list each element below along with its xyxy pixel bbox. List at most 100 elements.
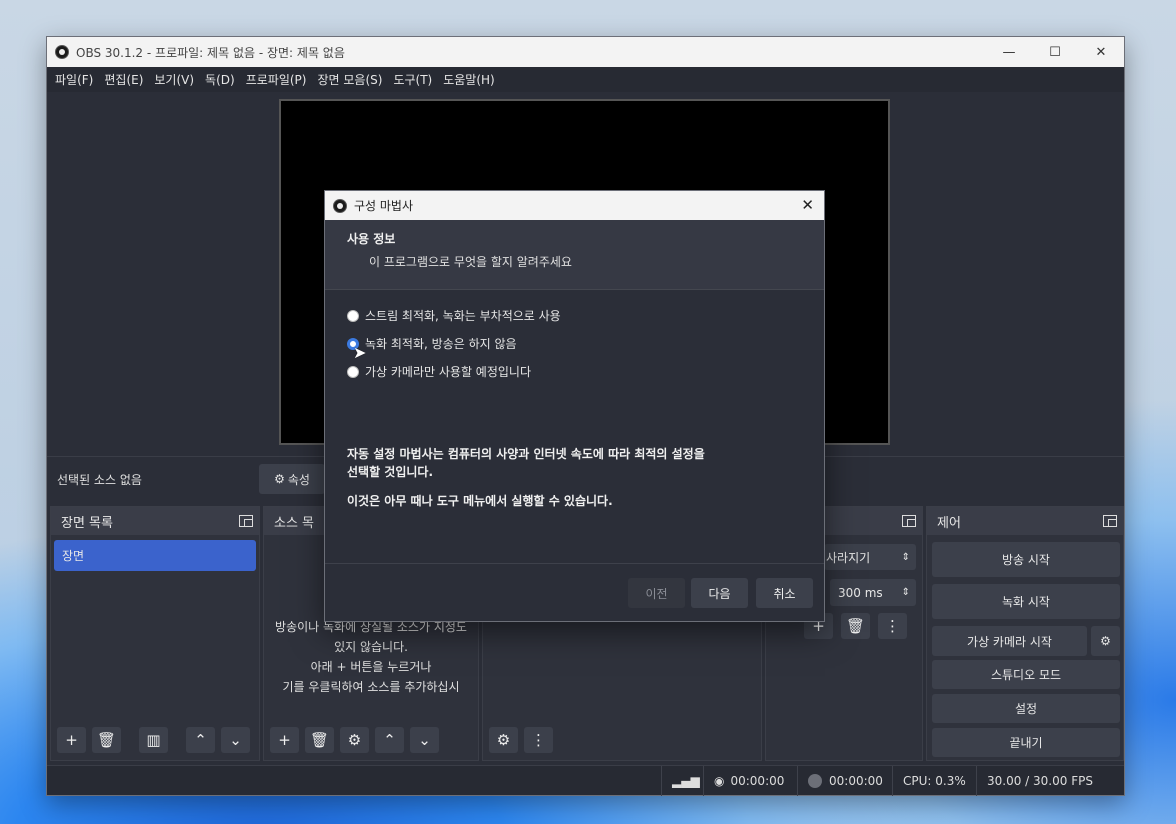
cancel-button[interactable]: 취소 xyxy=(756,578,813,608)
start-streaming-button[interactable]: 방송 시작 xyxy=(932,542,1120,577)
dialog-title: 구성 마법사 xyxy=(354,199,414,213)
maximize-button[interactable]: ☐ xyxy=(1032,37,1078,67)
exit-button[interactable]: 끝내기 xyxy=(932,728,1120,757)
updown-icon: ⇕ xyxy=(901,551,910,563)
add-scene-button[interactable]: + xyxy=(57,727,86,753)
more-vertical-icon: ⋮ xyxy=(885,617,900,635)
scene-item-label: 장면 xyxy=(62,549,85,563)
status-bar: ▂▄▆ ◉ 00:00:00 00:00:00 CPU: 0.3% 30.00 … xyxy=(47,765,1126,796)
chevron-up-icon: ⌃ xyxy=(194,731,207,749)
dialog-title-bar: 구성 마법사 ✕ xyxy=(325,191,824,220)
no-source-label: 선택된 소스 없음 xyxy=(57,473,142,487)
move-source-down-button[interactable]: ⌄ xyxy=(410,727,439,753)
obs-logo-icon xyxy=(55,45,69,59)
fps-label: 30.00 / 30.00 FPS xyxy=(987,774,1093,788)
settings-button[interactable]: 설정 xyxy=(932,694,1120,723)
cpu-usage: CPU: 0.3% xyxy=(892,766,976,796)
transition-menu-button[interactable]: ⋮ xyxy=(878,613,907,639)
dialog-buttons: 이전 다음 취소 xyxy=(325,563,824,621)
menu-docks[interactable]: 독(D) xyxy=(200,71,240,88)
recording-status: 00:00:00 xyxy=(797,766,892,796)
radio-icon xyxy=(347,309,359,322)
menu-edit[interactable]: 편집(E) xyxy=(99,71,148,88)
studio-mode-button[interactable]: 스튜디오 모드 xyxy=(932,660,1120,689)
scenes-dock: 장면 목록 장면 + 🗑 ▥ ⌃ ⌄ xyxy=(50,506,260,761)
start-recording-button[interactable]: 녹화 시작 xyxy=(932,584,1120,619)
transition-type-value: 사라지기 xyxy=(826,550,871,565)
option-virtual-camera-only[interactable]: 가상 카메라만 사용할 예정입니다 xyxy=(347,363,531,380)
remove-transition-button[interactable]: 🗑 xyxy=(841,613,870,639)
move-scene-up-button[interactable]: ⌃ xyxy=(186,727,215,753)
start-virtual-camera-button[interactable]: 가상 카메라 시작 xyxy=(932,626,1087,656)
menu-file[interactable]: 파일(F) xyxy=(50,71,98,88)
move-source-up-button[interactable]: ⌃ xyxy=(375,727,404,753)
controls-dock-header: 제어 xyxy=(927,507,1123,535)
description-line: 자동 설정 마법사는 컴퓨터의 사양과 인터넷 속도에 따라 최적의 설정을 xyxy=(347,447,705,461)
auto-config-wizard-dialog: 구성 마법사 ✕ 사용 정보 이 프로그램으로 무엇을 할지 알려주세요 스트림… xyxy=(324,190,825,622)
mouse-cursor-icon: ➤ xyxy=(353,343,367,362)
sources-toolbar: + 🗑 ⚙ ⌃ ⌄ xyxy=(270,727,439,753)
undock-icon[interactable] xyxy=(902,515,916,527)
remove-source-button[interactable]: 🗑 xyxy=(305,727,334,753)
virtual-camera-settings-button[interactable]: ⚙ xyxy=(1091,626,1120,656)
gear-icon: ⚙ xyxy=(274,472,285,486)
empty-line: 기를 우클릭하여 소스를 추가하십시 xyxy=(282,680,460,694)
scene-item[interactable]: 장면 xyxy=(54,540,256,571)
stream-time: 00:00:00 xyxy=(730,774,785,788)
chevron-down-icon: ⌄ xyxy=(229,731,242,749)
chevron-down-icon: ⌄ xyxy=(418,731,431,749)
undock-icon[interactable] xyxy=(239,515,253,527)
usage-info-title: 사용 정보 xyxy=(347,232,396,246)
more-vertical-icon: ⋮ xyxy=(531,731,546,749)
menu-scene-collection[interactable]: 장면 모음(S) xyxy=(312,71,387,88)
back-button[interactable]: 이전 xyxy=(628,578,685,608)
wizard-note: 이것은 아무 때나 도구 메뉴에서 실행할 수 있습니다. xyxy=(347,494,613,508)
duration-spinbox[interactable]: 300 ms ⇕ xyxy=(830,579,916,606)
properties-button[interactable]: ⚙ 속성 xyxy=(259,464,325,494)
option-record-optimize[interactable]: 녹화 최적화, 방송은 하지 않음 xyxy=(347,335,517,352)
menu-view[interactable]: 보기(V) xyxy=(149,71,199,88)
menu-profile[interactable]: 프로파일(P) xyxy=(241,71,312,88)
menu-tools[interactable]: 도구(T) xyxy=(388,71,437,88)
cpu-usage-label: CPU: 0.3% xyxy=(903,774,966,788)
radio-icon xyxy=(347,365,359,378)
next-button[interactable]: 다음 xyxy=(691,578,748,608)
network-signal-icon: ▂▄▆ xyxy=(661,766,703,796)
menu-help[interactable]: 도움말(H) xyxy=(438,71,500,88)
trash-icon: 🗑 xyxy=(96,731,117,749)
add-source-button[interactable]: + xyxy=(270,727,299,753)
empty-line: 아래 + 버튼을 누르거나 xyxy=(310,660,432,674)
remove-scene-button[interactable]: 🗑 xyxy=(92,727,121,753)
fps-status: 30.00 / 30.00 FPS xyxy=(976,766,1126,796)
properties-label: 속성 xyxy=(287,472,310,487)
description-line: 선택할 것입니다. xyxy=(347,465,434,479)
minimize-button[interactable]: — xyxy=(986,37,1032,67)
close-button[interactable]: ✕ xyxy=(1078,37,1124,67)
duration-value: 300 ms xyxy=(838,585,883,600)
trash-icon: 🗑 xyxy=(309,731,330,749)
source-properties-button[interactable]: ⚙ xyxy=(340,727,369,753)
sources-empty-message: 방송이나 녹화에 상실될 소스가 지정도 있지 않습니다. 아래 + 버튼을 누… xyxy=(264,617,478,697)
audio-menu-button[interactable]: ⋮ xyxy=(524,727,553,753)
gears-icon: ⚙ xyxy=(496,731,511,749)
wizard-description: 자동 설정 마법사는 컴퓨터의 사양과 인터넷 속도에 따라 최적의 설정을 선… xyxy=(347,445,705,481)
broadcast-icon: ◉ xyxy=(714,774,725,788)
transition-type-select[interactable]: 사라지기 ⇕ xyxy=(824,544,916,570)
close-icon[interactable]: ✕ xyxy=(801,196,814,214)
scene-filters-button[interactable]: ▥ xyxy=(139,727,168,753)
scenes-toolbar: + 🗑 ▥ ⌃ ⌄ xyxy=(57,727,250,753)
filter-icon: ▥ xyxy=(146,731,161,749)
move-scene-down-button[interactable]: ⌄ xyxy=(221,727,250,753)
scenes-dock-header: 장면 목록 xyxy=(51,507,259,535)
undock-icon[interactable] xyxy=(1103,515,1117,527)
sources-title: 소스 목 xyxy=(274,515,315,531)
option-stream-optimize[interactable]: 스트림 최적화, 녹화는 부차적으로 사용 xyxy=(347,307,561,324)
gear-icon: ⚙ xyxy=(1100,634,1111,648)
scenes-title: 장면 목록 xyxy=(61,515,113,531)
advanced-audio-button[interactable]: ⚙ xyxy=(489,727,518,753)
chevron-up-icon: ⌃ xyxy=(383,731,396,749)
stream-status: ◉ 00:00:00 xyxy=(703,766,797,796)
spin-arrows-icon: ⇕ xyxy=(901,587,910,598)
title-bar: OBS 30.1.2 - 프로파일: 제목 없음 - 장면: 제목 없음 — ☐… xyxy=(47,37,1124,67)
controls-dock: 제어 방송 시작 녹화 시작 가상 카메라 시작 ⚙ 스튜디오 모드 설정 끝내… xyxy=(926,506,1124,761)
